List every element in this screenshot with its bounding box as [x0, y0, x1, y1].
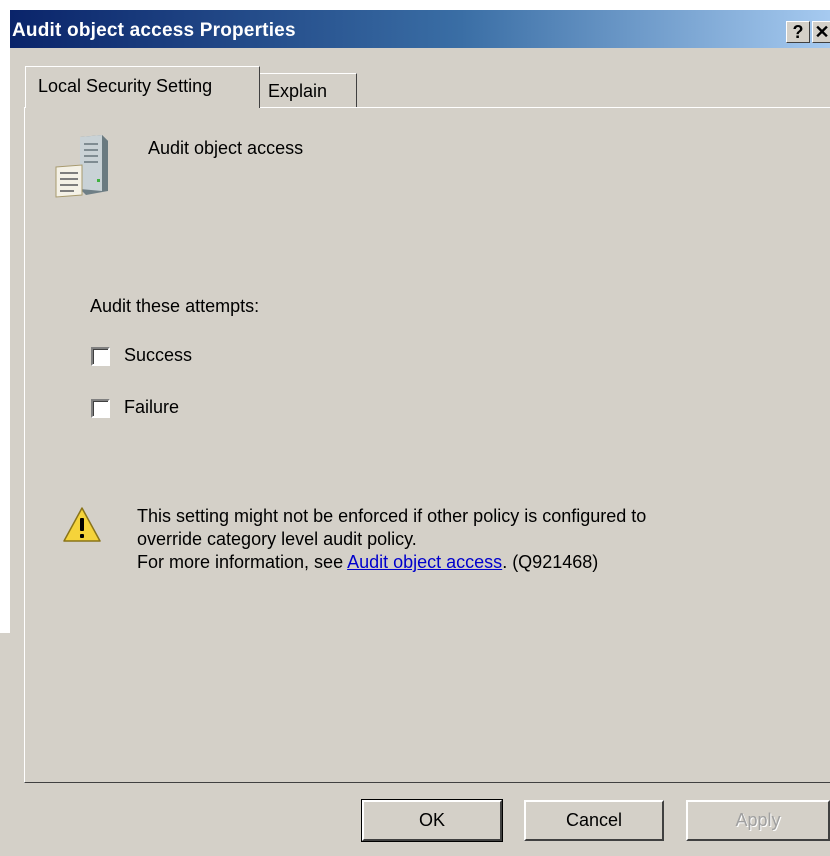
warning-line-1: This setting might not be enforced if ot…: [137, 506, 647, 526]
properties-dialog: Audit object access Properties ? ✕ Expla…: [0, 0, 830, 856]
help-button[interactable]: ?: [786, 21, 810, 43]
warning-line-3-prefix: For more information, see: [137, 552, 348, 572]
server-policy-icon: [55, 135, 108, 198]
tab-explain[interactable]: Explain: [259, 73, 357, 108]
warning-line-3: For more information, see Audit object a…: [137, 551, 646, 574]
success-checkbox[interactable]: [91, 347, 110, 366]
close-button[interactable]: ✕: [812, 21, 830, 43]
policy-name: Audit object access: [148, 138, 304, 158]
window-title: Audit object access Properties: [12, 20, 296, 41]
cancel-button[interactable]: Cancel: [524, 800, 664, 841]
failure-checkbox[interactable]: [91, 399, 110, 418]
warning-icon: [63, 507, 101, 542]
audit-attempts-label: Audit these attempts:: [90, 296, 260, 316]
title-bar: Audit object access Properties ? ✕: [0, 0, 830, 48]
failure-label[interactable]: Failure: [124, 397, 179, 418]
warning-line-2: override category level audit policy.: [137, 529, 417, 549]
warning-message: This setting might not be enforced if ot…: [137, 505, 646, 574]
audit-object-access-link[interactable]: Audit object access: [347, 552, 502, 572]
screen-background: [0, 48, 10, 633]
success-label[interactable]: Success: [124, 345, 192, 366]
ok-button[interactable]: OK: [361, 799, 503, 842]
apply-button[interactable]: Apply: [686, 800, 830, 841]
tab-local-security-setting[interactable]: Local Security Setting: [25, 66, 260, 108]
tab-panel: [24, 107, 830, 783]
warning-line-3-suffix: . (Q921468): [502, 552, 599, 572]
